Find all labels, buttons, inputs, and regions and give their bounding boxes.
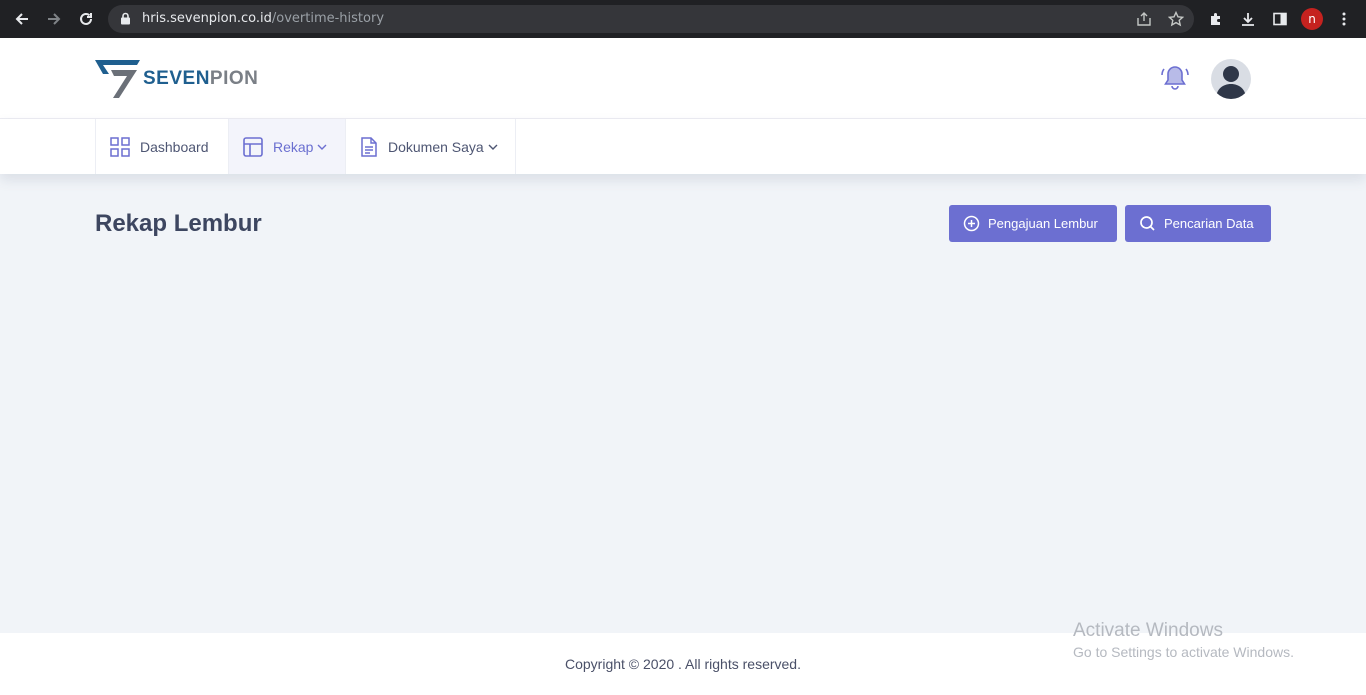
search-data-label: Pencarian Data bbox=[1164, 216, 1254, 231]
url-text[interactable]: hris.sevenpion.co.id/overtime-history bbox=[142, 11, 384, 26]
page-title: Rekap Lembur bbox=[95, 210, 262, 237]
chevron-down-icon bbox=[317, 142, 327, 152]
browser-toolbar: hris.sevenpion.co.id/overtime-history n bbox=[0, 0, 1366, 38]
bookmark-star-icon[interactable] bbox=[1167, 10, 1185, 32]
logo-mark-icon bbox=[95, 60, 140, 98]
grid-icon bbox=[110, 136, 130, 157]
menu-item-rekap[interactable]: Rekap bbox=[228, 119, 345, 174]
menu-label-rekap: Rekap bbox=[273, 138, 314, 155]
back-icon[interactable] bbox=[11, 8, 33, 30]
address-bar[interactable]: hris.sevenpion.co.id/overtime-history bbox=[108, 5, 1194, 33]
forward-icon[interactable] bbox=[43, 8, 65, 30]
windows-watermark-title: Activate Windows bbox=[1073, 620, 1223, 641]
lock-icon[interactable] bbox=[120, 12, 131, 30]
plus-circle-icon bbox=[963, 215, 980, 232]
layout-icon bbox=[243, 136, 263, 157]
submit-overtime-label: Pengajuan Lembur bbox=[988, 216, 1098, 231]
download-icon[interactable] bbox=[1238, 9, 1258, 29]
menu-label-dashboard: Dashboard bbox=[140, 138, 209, 155]
sevenpion-logo[interactable]: SEVENPION bbox=[95, 58, 258, 100]
main-menu: Dashboard Rekap Dokumen Saya bbox=[0, 119, 1366, 174]
reload-icon[interactable] bbox=[75, 8, 97, 30]
footer: Copyright © 2020 . All rights reserved. bbox=[0, 633, 1366, 695]
side-panel-icon[interactable] bbox=[1270, 9, 1290, 29]
user-silhouette-icon bbox=[1216, 66, 1246, 99]
notification-bell-icon[interactable] bbox=[1160, 64, 1190, 97]
share-icon[interactable] bbox=[1136, 11, 1152, 32]
menu-item-dokumen-saya[interactable]: Dokumen Saya bbox=[345, 119, 516, 174]
search-icon bbox=[1139, 215, 1156, 232]
menu-item-dashboard[interactable]: Dashboard bbox=[95, 119, 228, 174]
document-icon bbox=[360, 136, 378, 157]
profile-avatar[interactable]: n bbox=[1301, 8, 1323, 30]
search-data-button[interactable]: Pencarian Data bbox=[1125, 205, 1271, 242]
menu-label-dokumen-saya: Dokumen Saya bbox=[388, 138, 484, 155]
extensions-icon[interactable] bbox=[1206, 9, 1226, 29]
user-avatar[interactable] bbox=[1211, 59, 1251, 99]
windows-watermark-subtitle: Go to Settings to activate Windows. bbox=[1073, 644, 1294, 660]
submit-overtime-button[interactable]: Pengajuan Lembur bbox=[949, 205, 1117, 242]
app-header: SEVENPION bbox=[0, 38, 1366, 119]
more-menu-icon[interactable] bbox=[1334, 9, 1354, 29]
logo-text: SEVENPION bbox=[143, 68, 259, 89]
chevron-down-icon bbox=[488, 142, 498, 152]
